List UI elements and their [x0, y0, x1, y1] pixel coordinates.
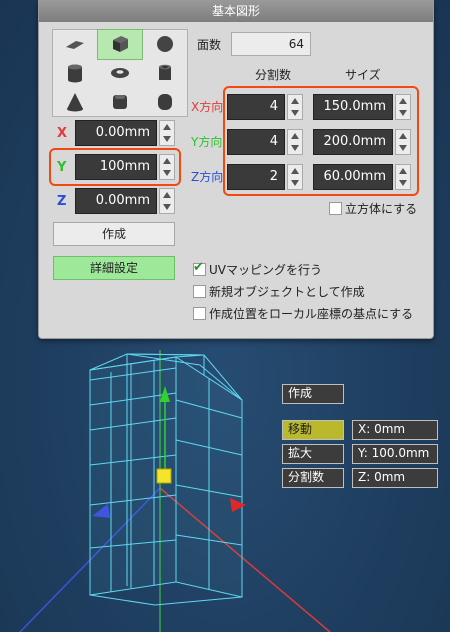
y-value-field[interactable]: Y: 100.0mm	[352, 444, 438, 464]
z-axis-label: Z	[57, 194, 67, 209]
torus-icon	[110, 67, 129, 78]
scale-button[interactable]: 拡大	[282, 444, 344, 464]
size-header: サイズ	[345, 68, 381, 82]
shape-plane[interactable]	[53, 30, 98, 59]
cone-icon	[67, 92, 84, 112]
x-size-input[interactable]: 150.0mm	[313, 94, 393, 120]
z-size-spinner[interactable]	[395, 164, 411, 190]
rounded-cube-icon	[112, 94, 127, 109]
shape-capsule[interactable]	[142, 87, 187, 116]
x-axis-label: X	[57, 126, 68, 141]
z-direction-label: Z方向	[191, 170, 224, 184]
shape-picker	[52, 29, 188, 117]
x-size-spinner[interactable]	[395, 94, 411, 120]
local-origin-checkbox[interactable]	[193, 307, 206, 320]
spin-up-icon[interactable]	[160, 155, 174, 167]
move-button[interactable]: 移動	[282, 420, 344, 440]
face-count-label: 面数	[197, 38, 222, 52]
spin-down-icon[interactable]	[288, 107, 302, 119]
capsule-icon	[157, 93, 172, 110]
y-position-spinner[interactable]	[159, 154, 175, 180]
x-divisions-spinner[interactable]	[287, 94, 303, 120]
y-direction-label: Y方向	[191, 135, 223, 149]
x-value-field[interactable]: X: 0mm	[352, 420, 438, 440]
plane-icon	[66, 41, 85, 50]
shape-cone[interactable]	[53, 87, 98, 116]
spin-up-icon[interactable]	[396, 95, 410, 107]
cube-icon	[112, 36, 128, 53]
divisions-button[interactable]: 分割数	[282, 468, 344, 488]
cylinder-icon	[68, 64, 83, 83]
spin-down-icon[interactable]	[160, 167, 174, 179]
spin-up-icon[interactable]	[288, 130, 302, 142]
uv-mapping-checkbox[interactable]: ✔	[193, 260, 206, 276]
uv-mapping-label: UVマッピングを行う	[209, 263, 322, 277]
shape-tube[interactable]	[142, 59, 187, 88]
y-divisions-spinner[interactable]	[287, 129, 303, 155]
sphere-icon	[156, 36, 173, 53]
spin-down-icon[interactable]	[160, 133, 174, 145]
new-object-checkbox[interactable]	[193, 285, 206, 298]
y-divisions-input[interactable]: 4	[227, 129, 285, 155]
create-button[interactable]: 作成	[53, 222, 175, 246]
shape-cube[interactable]	[96, 29, 144, 60]
spin-down-icon[interactable]	[288, 177, 302, 189]
divisions-header: 分割数	[255, 68, 292, 82]
check-icon: ✔	[193, 260, 204, 275]
y-size-spinner[interactable]	[395, 129, 411, 155]
spin-up-icon[interactable]	[396, 130, 410, 142]
z-divisions-input[interactable]: 2	[227, 164, 285, 190]
x-position-input[interactable]: 0.00mm	[75, 120, 157, 146]
spin-down-icon[interactable]	[396, 142, 410, 154]
spin-down-icon[interactable]	[160, 201, 174, 213]
spin-up-icon[interactable]	[160, 189, 174, 201]
x-direction-label: X方向	[191, 100, 224, 114]
y-size-input[interactable]: 200.0mm	[313, 129, 393, 155]
x-divisions-input[interactable]: 4	[227, 94, 285, 120]
z-divisions-spinner[interactable]	[287, 164, 303, 190]
shape-rounded-cube[interactable]	[98, 87, 143, 116]
spin-up-icon[interactable]	[288, 95, 302, 107]
y-position-input[interactable]: 100mm	[75, 154, 157, 180]
dialog-title[interactable]: 基本図形	[39, 0, 433, 22]
z-value-field[interactable]: Z: 0mm	[352, 468, 438, 488]
spin-up-icon[interactable]	[396, 165, 410, 177]
create-panel-button[interactable]: 作成	[282, 384, 344, 404]
new-object-label: 新規オブジェクトとして作成	[209, 285, 365, 299]
spin-down-icon[interactable]	[396, 177, 410, 189]
shape-torus[interactable]	[98, 59, 143, 88]
cube-checkbox-label: 立方体にする	[345, 202, 418, 216]
spin-down-icon[interactable]	[396, 107, 410, 119]
basic-shape-dialog: 基本図形 X 0.00mm Y 100mm Z 0.00mm 作成 詳細設定 面…	[38, 0, 434, 339]
face-count-field: 64	[231, 32, 311, 56]
x-position-spinner[interactable]	[159, 120, 175, 146]
local-origin-label: 作成位置をローカル座標の基点にする	[209, 307, 414, 321]
z-position-spinner[interactable]	[159, 188, 175, 214]
shape-sphere[interactable]	[142, 30, 187, 59]
cube-checkbox[interactable]	[329, 202, 342, 215]
z-position-input[interactable]: 0.00mm	[75, 188, 157, 214]
spin-up-icon[interactable]	[160, 121, 174, 133]
spin-down-icon[interactable]	[288, 142, 302, 154]
details-button[interactable]: 詳細設定	[53, 256, 175, 280]
shape-cylinder[interactable]	[53, 59, 98, 88]
z-size-input[interactable]: 60.00mm	[313, 164, 393, 190]
center-gizmo-handle	[156, 468, 172, 484]
tube-icon	[158, 64, 171, 80]
y-axis-label: Y	[57, 160, 67, 175]
spin-up-icon[interactable]	[288, 165, 302, 177]
